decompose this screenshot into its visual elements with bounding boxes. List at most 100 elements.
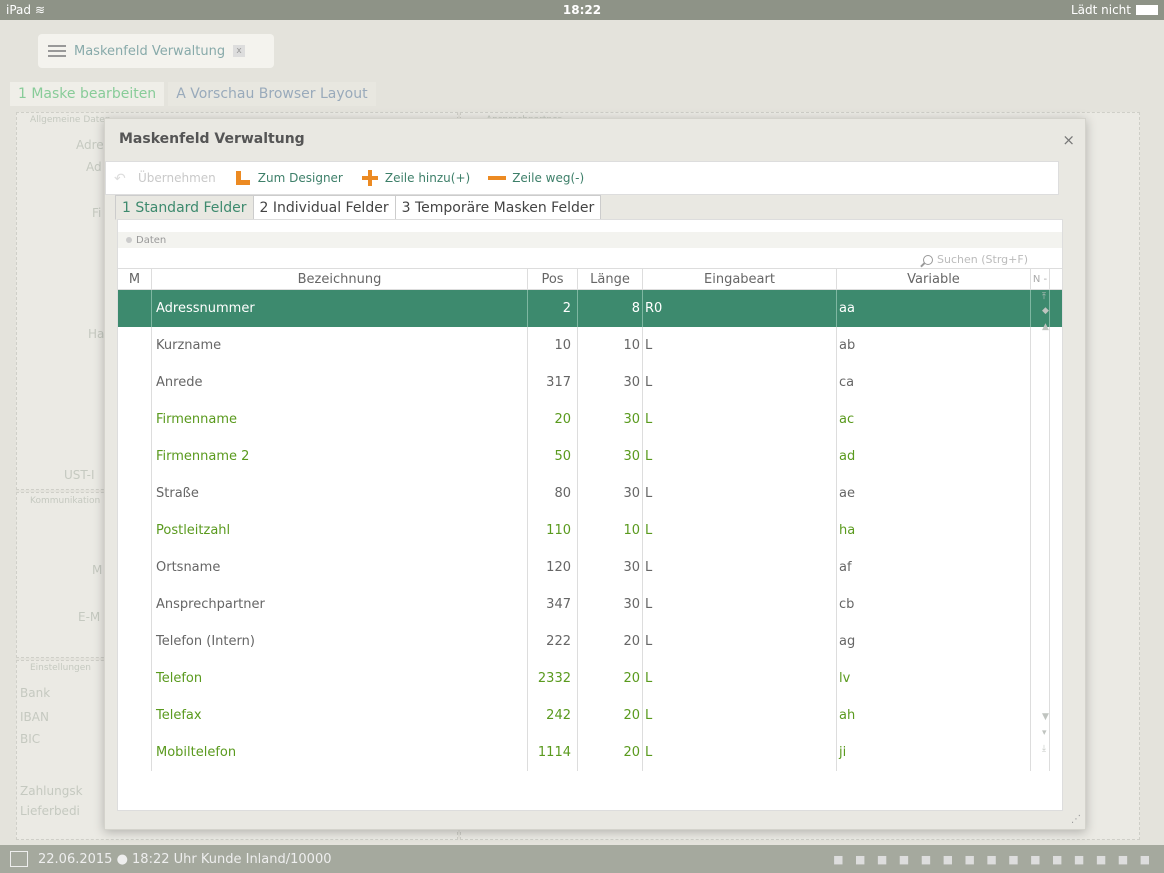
tab-preview[interactable]: A Vorschau Browser Layout [168,82,376,106]
table-row[interactable]: Mobiltelefon 1114 20 Lji [118,734,1062,771]
app-tab[interactable]: Maskenfeld Verwaltung x [38,34,274,68]
cell-m [118,290,152,327]
col-n[interactable]: N - [1031,269,1050,289]
menu-icon[interactable] [48,45,66,57]
scroll-page-up-icon[interactable]: ◆ [1042,306,1049,316]
cell-m [118,364,152,401]
designer-button[interactable]: Zum Designer [234,169,343,187]
cell-laenge: 30 [578,475,643,512]
remove-row-label: Zeile weg(-) [512,171,585,185]
cell-m [118,475,152,512]
bg-label: IBAN [20,710,49,724]
tab-edit-mask[interactable]: 1 Maske bearbeiten [10,82,165,106]
cell-pos: 20 [528,401,578,438]
col-eingabeart[interactable]: Eingabeart [643,269,837,289]
col-m[interactable]: M [118,269,152,289]
cell-bezeichnung: Ansprechpartner [152,586,528,623]
cell-variable: cb [837,586,1031,623]
table-row[interactable]: Telefon 2332 20 Llv [118,660,1062,697]
cell-m [118,438,152,475]
remove-row-button[interactable]: Zeile weg(-) [488,171,584,185]
cell-m [118,660,152,697]
cell-laenge: 30 [578,364,643,401]
tab-temporary-fields[interactable]: 3 Temporäre Masken Felder [395,195,602,220]
cell-variable: aa [837,290,1031,327]
table-row[interactable]: Adressnummer 2 8 R0 aa [118,290,1062,327]
cell-bezeichnung: Telefon (Intern) [152,623,528,660]
cell-m [118,327,152,364]
cell-laenge: 10 [578,512,643,549]
cell-bezeichnung: Kurzname [152,327,528,364]
table-row[interactable]: Telefax 242 20 Lah [118,697,1062,734]
close-icon[interactable]: x [233,45,246,57]
bg-label: Adre [76,138,104,152]
bg-label: UST-I [64,468,95,482]
cell-variable: ji [837,734,1031,771]
fields-table: M Bezeichnung Pos Länge Eingabeart Varia… [118,268,1062,771]
table-body: Adressnummer 2 8 R0 aa Kurzname 10 10 Lab Anrede 3… [118,290,1062,771]
cell-variable: ab [837,327,1031,364]
dialog-tabs: 1 Standard Felder 2 Individual Felder 3 … [115,195,602,220]
cell-variable: ha [837,512,1031,549]
col-laenge[interactable]: Länge [578,269,643,289]
cell-eingabeart: L [643,549,837,586]
cell-eingabeart: L [643,401,837,438]
scroll-down-icon[interactable]: ▼ [1042,712,1049,722]
section-title: Daten [136,234,167,246]
cell-variable: lv [837,660,1031,697]
bg-label: Einstellungen [30,663,92,673]
cell-pos: 317 [528,364,578,401]
table-row[interactable]: Kurzname 10 10 Lab [118,327,1062,364]
scroll-page-down-icon[interactable]: ▾ [1042,728,1047,738]
cell-eingabeart: L [643,660,837,697]
table-row[interactable]: Firmenname 2 50 30 Lad [118,438,1062,475]
arrow-down-left-icon [234,169,252,187]
table-row[interactable]: Firmenname 20 30 Lac [118,401,1062,438]
table-row[interactable]: Ortsname 120 30 Laf [118,549,1062,586]
search-button[interactable]: Suchen (Strg+F) [923,253,1028,266]
cell-variable: af [837,549,1031,586]
cell-eingabeart: L [643,697,837,734]
cell-bezeichnung: Straße [152,475,528,512]
scroll-top-icon[interactable]: ⤒ [1042,292,1046,302]
table-row[interactable]: Anrede 317 30 Lca [118,364,1062,401]
cell-laenge: 10 [578,327,643,364]
col-bezeichnung[interactable]: Bezeichnung [152,269,528,289]
cell-bezeichnung: Adressnummer [152,290,528,327]
wifi-icon: ≋ [35,3,46,17]
table-row[interactable]: Straße 80 30 Lae [118,475,1062,512]
bg-label: Bank [20,686,51,700]
col-variable[interactable]: Variable [837,269,1031,289]
battery-icon [1136,5,1158,15]
status-bar: iPad ≋ 18:22 Lädt nicht [0,0,1164,20]
table-row[interactable]: Ansprechpartner 347 30 Lcb [118,586,1062,623]
close-button[interactable]: × [1062,131,1075,149]
footer-toolbar-icons[interactable]: ■ ■ ■ ■ ■ ■ ■ ■ ■ ■ ■ ■ ■ ■ ■ [833,853,1154,866]
cell-laenge: 30 [578,438,643,475]
scroll-up-icon[interactable]: ▲ [1042,322,1049,332]
apply-label: Übernehmen [138,171,216,185]
scrollbar[interactable]: ⤒ ◆ ▲ ▼ ▾ ⤓ [1036,292,1058,772]
cell-eingabeart: L [643,438,837,475]
cell-laenge: 20 [578,734,643,771]
bg-label: Ha [88,327,105,341]
cell-pos: 110 [528,512,578,549]
table-row[interactable]: Postleitzahl 110 10 Lha [118,512,1062,549]
device-label: iPad [6,3,32,17]
cell-variable: ad [837,438,1031,475]
toolbar: ↶ Übernehmen Zum Designer Zeile hinzu(+)… [105,161,1059,195]
scroll-bottom-icon[interactable]: ⤓ [1042,744,1046,754]
table-header: M Bezeichnung Pos Länge Eingabeart Varia… [118,268,1062,290]
tab-standard-fields[interactable]: 1 Standard Felder [115,195,254,220]
cell-laenge: 30 [578,549,643,586]
cell-pos: 2332 [528,660,578,697]
bg-label: E-M [78,610,101,624]
table-row[interactable]: Telefon (Intern) 222 20 Lag [118,623,1062,660]
add-row-button[interactable]: Zeile hinzu(+) [361,169,470,187]
col-pos[interactable]: Pos [528,269,578,289]
resize-handle[interactable]: ⋰ [1071,814,1081,825]
tab-individual-fields[interactable]: 2 Individual Felder [253,195,396,220]
apply-icon: ↶ [114,171,126,187]
apply-button[interactable]: ↶ Übernehmen [114,171,216,187]
cell-m [118,586,152,623]
